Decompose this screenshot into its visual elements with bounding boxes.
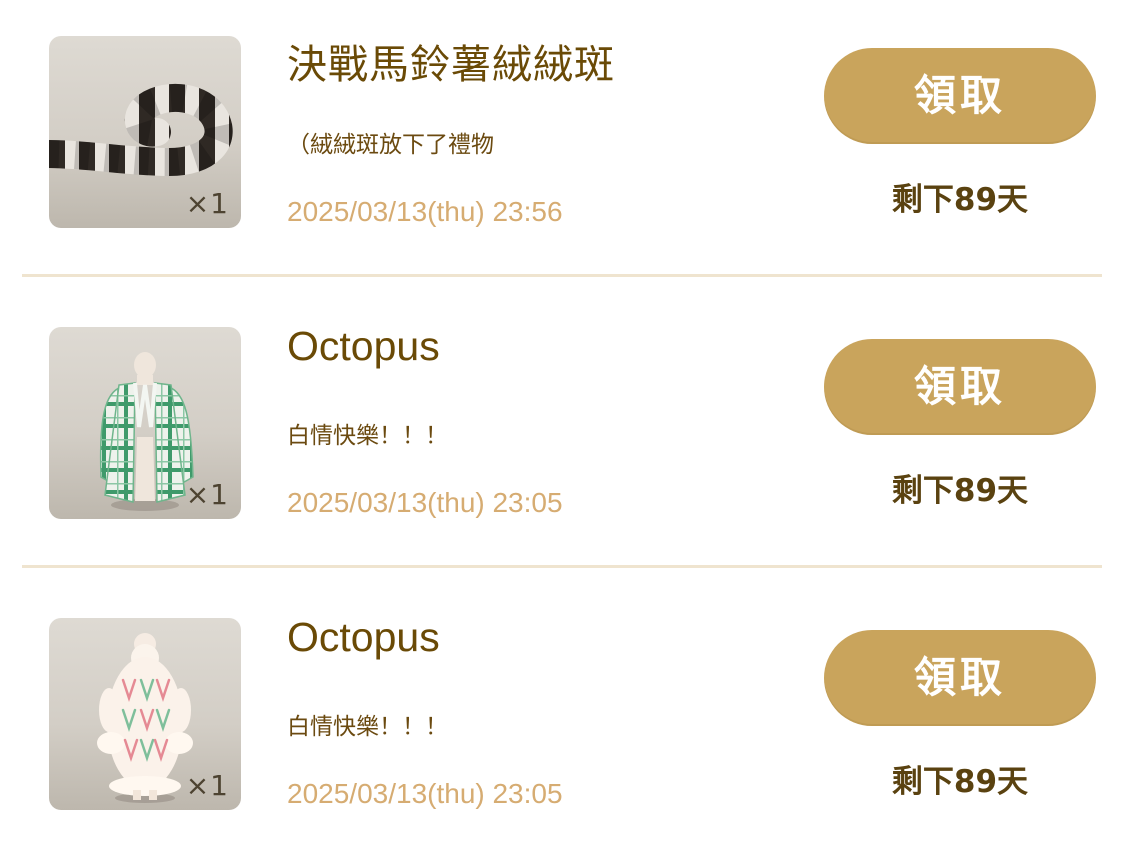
days-remaining: 剩下89天 <box>891 182 1029 218</box>
gift-date: 2025/03/13(thu) 23:56 <box>287 196 563 227</box>
quantity-label: ×1 <box>185 478 229 511</box>
claim-button[interactable]: 領取 <box>824 48 1096 144</box>
quantity-label: ×1 <box>185 187 229 220</box>
gift-item: ×1 Octopus 白情快樂！！！ 2025/03/13(thu) 23:05… <box>0 582 1125 857</box>
quantity-label: ×1 <box>185 769 229 802</box>
claim-button[interactable]: 領取 <box>824 339 1096 435</box>
gift-date: 2025/03/13(thu) 23:05 <box>287 487 563 518</box>
gift-message: 白情快樂！！！ <box>287 423 448 449</box>
row-divider <box>22 565 1102 568</box>
sender-name: 決戰馬鈴薯絨絨斑 <box>287 42 615 88</box>
sender-name: Octopus <box>287 323 440 369</box>
gift-item: ×1 決戰馬鈴薯絨絨斑 （絨絨斑放下了禮物 2025/03/13(thu) 23… <box>0 0 1125 291</box>
sender-name: Octopus <box>287 614 440 660</box>
row-divider <box>22 274 1102 277</box>
gift-thumbnail[interactable]: ×1 <box>49 327 241 519</box>
gift-thumbnail[interactable]: ×1 <box>49 36 241 228</box>
gift-list: ×1 決戰馬鈴薯絨絨斑 （絨絨斑放下了禮物 2025/03/13(thu) 23… <box>0 0 1125 857</box>
gift-date: 2025/03/13(thu) 23:05 <box>287 778 563 809</box>
days-remaining: 剩下89天 <box>891 764 1029 800</box>
gift-item: ×1 Octopus 白情快樂！！！ 2025/03/13(thu) 23:05… <box>0 291 1125 582</box>
gift-thumbnail[interactable]: ×1 <box>49 618 241 810</box>
gift-message: 白情快樂！！！ <box>287 714 448 740</box>
gift-message: （絨絨斑放下了禮物 <box>287 132 494 158</box>
claim-button[interactable]: 領取 <box>824 630 1096 726</box>
days-remaining: 剩下89天 <box>891 473 1029 509</box>
